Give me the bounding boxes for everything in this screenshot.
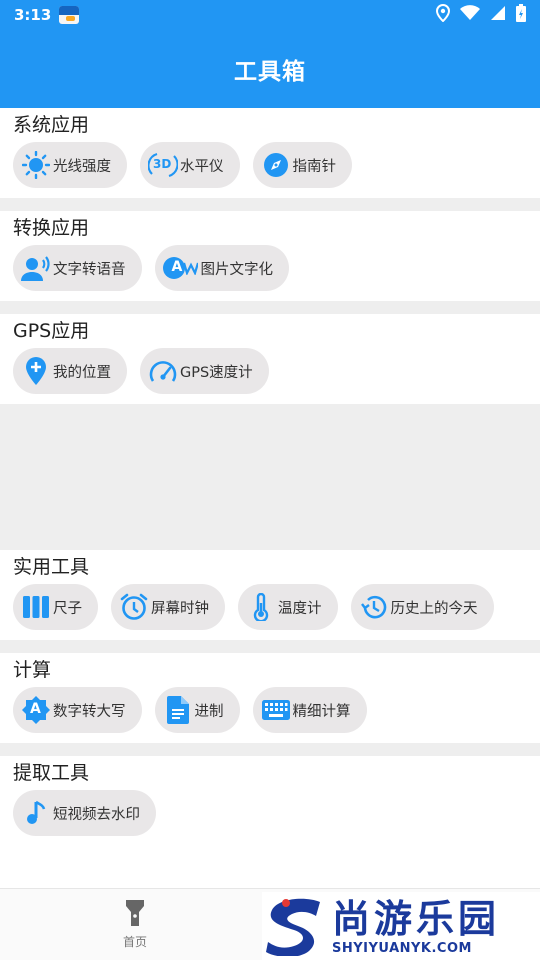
tool-thermometer-button[interactable]: 温度计	[238, 584, 338, 630]
notification-app-icon	[59, 6, 80, 24]
divider	[0, 743, 540, 756]
tool-gps-speedometer-button[interactable]: GPS速度计	[140, 348, 269, 394]
section-title: 系统应用	[13, 114, 90, 136]
tool-screen-clock-button[interactable]: 屏幕时钟	[111, 584, 225, 630]
location-pin-icon	[21, 356, 51, 386]
nav-home[interactable]: 首页	[0, 889, 270, 960]
section-conversion-apps: 转换应用 文字转语音 A 图片文字化	[0, 211, 540, 301]
tools-list[interactable]: 系统应用 光线强度 3D 水平仪 指南针 转换应用 文字转语音 A 图片文字化 …	[0, 108, 540, 888]
tool-label: 文字转语音	[53, 261, 126, 278]
battery-icon	[516, 4, 526, 26]
3d-rotation-icon: 3D	[148, 150, 178, 180]
section-title: 转换应用	[13, 217, 90, 239]
tool-label: 指南针	[292, 158, 337, 175]
empty-area	[0, 404, 540, 550]
tool-ruler-button[interactable]: 尺子	[13, 584, 98, 630]
tool-label: 进制	[194, 703, 224, 720]
tool-text-to-speech-button[interactable]: 文字转语音	[13, 245, 142, 291]
music-note-icon	[21, 798, 51, 828]
thermometer-icon	[246, 592, 276, 622]
alarm-clock-icon	[119, 592, 149, 622]
tool-number-to-uppercase-button[interactable]: A 数字转大写	[13, 687, 142, 733]
icon-text: A	[171, 259, 183, 275]
section-title: 计算	[13, 659, 52, 681]
section-extraction-tools: 提取工具 短视频去水印	[0, 756, 540, 846]
text-recognition-icon: A	[163, 253, 199, 283]
tool-label: 水平仪	[180, 158, 224, 175]
status-icons	[435, 3, 526, 26]
section-title: 提取工具	[13, 762, 90, 784]
status-time: 3:13	[14, 6, 52, 24]
site-watermark: 尚游乐园 SHYIYUANYK.COM	[262, 892, 540, 960]
tool-label: 精细计算	[292, 703, 351, 720]
divider	[0, 301, 540, 314]
tool-label: 历史上的今天	[390, 600, 478, 617]
keyboard-icon	[261, 695, 291, 725]
speaker-person-icon	[21, 253, 51, 283]
tool-label: 图片文字化	[200, 261, 274, 278]
divider	[0, 640, 540, 653]
tool-label: 数字转大写	[53, 703, 126, 720]
tool-label: 尺子	[53, 600, 82, 617]
section-title: 实用工具	[13, 556, 90, 578]
tool-label: 短视频去水印	[53, 806, 140, 823]
tool-history-today-button[interactable]: 历史上的今天	[350, 584, 494, 630]
status-bar: 3:13	[0, 0, 540, 30]
watermark-main-text: 尚游乐园	[332, 896, 501, 941]
tool-my-location-button[interactable]: 我的位置	[13, 348, 127, 394]
tool-compass-button[interactable]: 指南针	[252, 142, 352, 188]
tool-light-intensity-button[interactable]: 光线强度	[13, 142, 127, 188]
divider	[0, 198, 540, 211]
document-icon	[163, 695, 193, 725]
speedometer-icon	[148, 356, 178, 386]
page-title: 工具箱	[234, 59, 306, 85]
location-icon	[435, 3, 451, 26]
tool-video-watermark-remove-button[interactable]: 短视频去水印	[13, 790, 156, 836]
tool-label: 温度计	[278, 600, 322, 617]
icon-text: A	[30, 701, 41, 717]
signal-icon	[490, 5, 506, 25]
section-utility-tools: 实用工具 尺子 屏幕时钟 温度计 历史上的今天	[0, 550, 540, 640]
compass-icon	[261, 150, 291, 180]
ruler-icon	[21, 592, 51, 622]
wifi-icon	[460, 5, 480, 25]
sun-icon	[21, 150, 51, 180]
watermark-sub-text: SHYIYUANYK.COM	[332, 940, 472, 956]
tool-image-to-text-button[interactable]: A 图片文字化	[154, 245, 289, 291]
section-system-apps: 系统应用 光线强度 3D 水平仪 指南针	[0, 108, 540, 198]
icon-text: 3D	[153, 157, 172, 171]
tool-label: GPS速度计	[180, 364, 253, 381]
app-bar: 工具箱	[0, 30, 540, 108]
flashlight-icon	[125, 899, 145, 929]
tool-label: 屏幕时钟	[151, 600, 209, 617]
tool-label: 我的位置	[53, 364, 111, 381]
section-calculation: 计算 A 数字转大写 进制 精细计算	[0, 653, 540, 743]
section-title: GPS应用	[13, 320, 90, 342]
tool-level-button[interactable]: 3D 水平仪	[140, 142, 240, 188]
tool-precise-calc-button[interactable]: 精细计算	[252, 687, 367, 733]
tool-label: 光线强度	[53, 158, 111, 175]
history-icon	[359, 592, 389, 622]
watermark-logo-icon	[262, 893, 328, 959]
tool-number-base-button[interactable]: 进制	[154, 687, 240, 733]
section-gps-apps: GPS应用 我的位置 GPS速度计	[0, 314, 540, 404]
letter-a-badge-icon: A	[21, 695, 51, 725]
nav-label: 首页	[122, 934, 147, 949]
